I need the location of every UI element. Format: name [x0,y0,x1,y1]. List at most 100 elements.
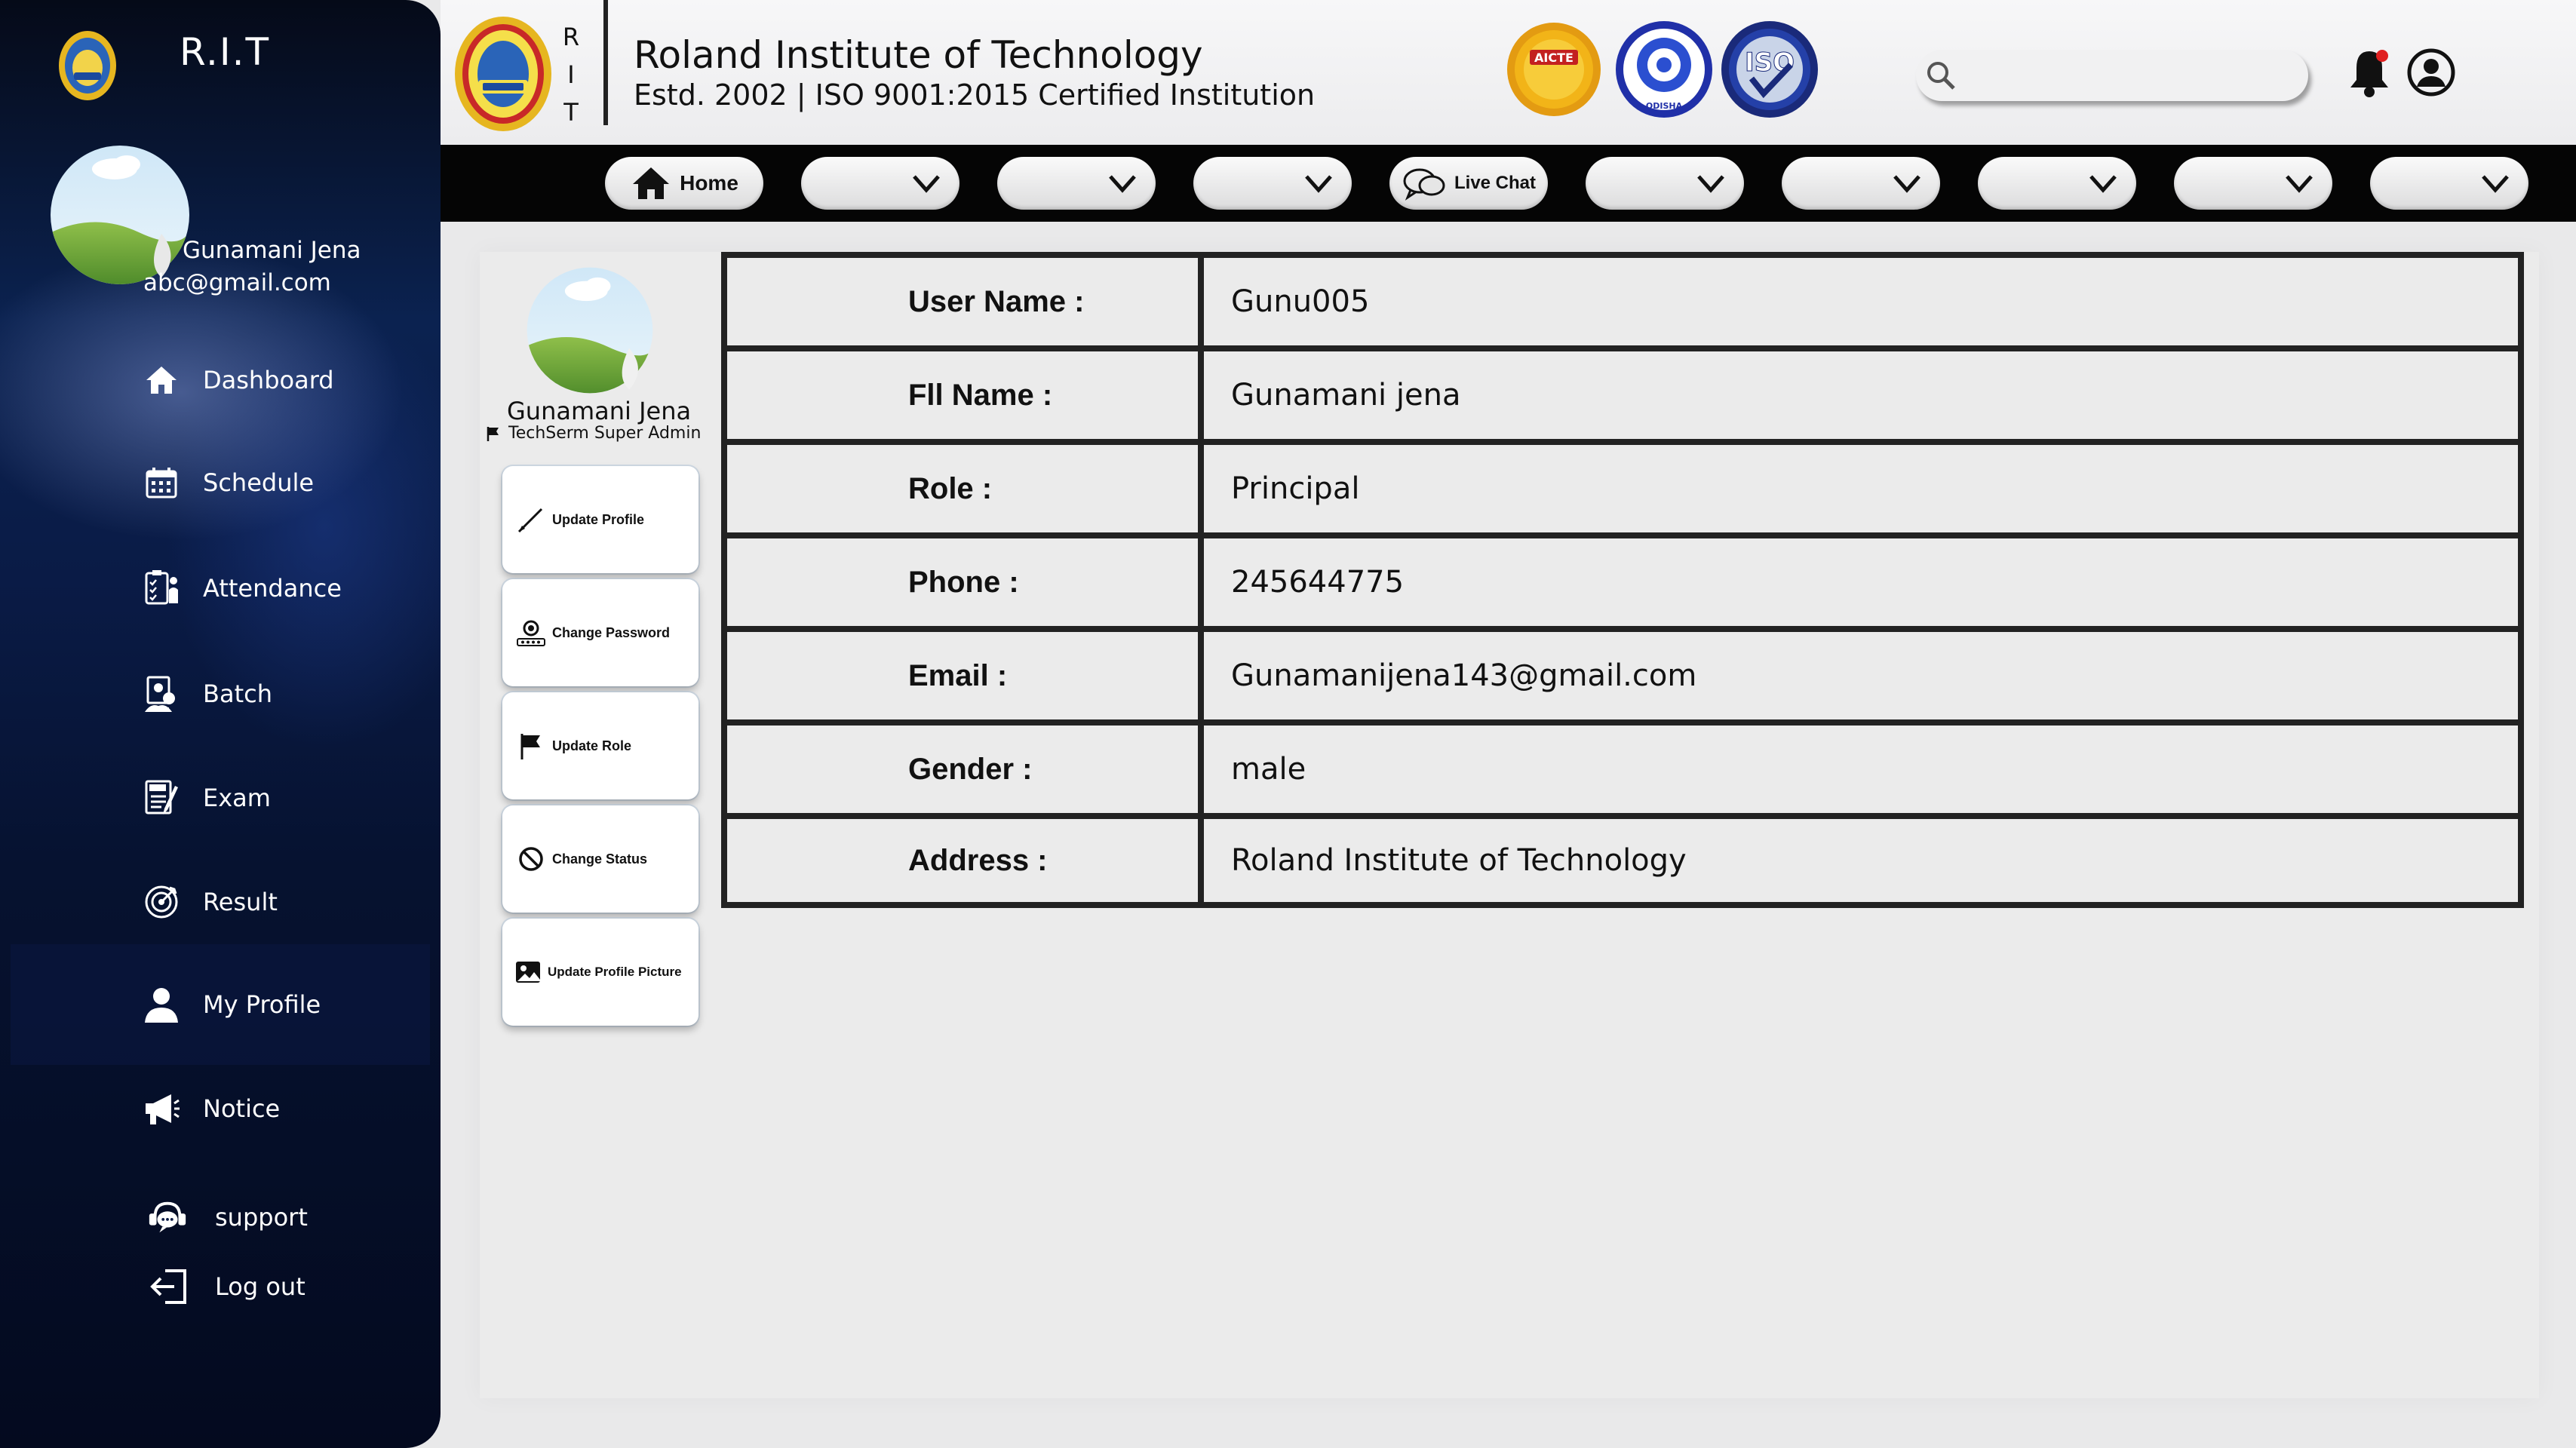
chevron-down-icon [1697,175,1724,193]
sidebar-item-label: Attendance [203,574,342,603]
avatar[interactable] [48,143,192,287]
field-value: Roland Institute of Technology [1231,843,1687,878]
iso-badge-icon: ISO [1721,21,1818,118]
update-profile-button[interactable]: Update Profile [502,466,698,573]
profile-avatar [527,267,653,394]
sidebar-user-name: Gunamani Jena [183,237,361,264]
nav-home-button[interactable]: Home [605,157,763,210]
update-profile-picture-button[interactable]: Update Profile Picture [502,919,698,1026]
svg-text:ODISHA: ODISHA [1646,101,1683,111]
search-bar[interactable] [1916,50,2308,101]
user-icon [140,983,183,1026]
home-icon [140,359,183,401]
megaphone-icon [140,1088,183,1130]
action-label: Update Profile [552,511,645,527]
nav-home-label: Home [680,171,738,195]
field-value: 245644775 [1231,565,1405,600]
change-password-button[interactable]: Change Password [502,579,698,686]
field-label: Fll Name : [727,351,1204,439]
sidebar-item-label: Schedule [203,468,315,497]
field-value: male [1231,752,1306,787]
rit-logo [59,31,116,100]
sidebar: R.I.T Gunamani Jena abc@gmail.com Dashbo… [0,0,441,1448]
nav-dropdown-4[interactable] [1586,157,1744,210]
profile-name: Gunamani Jena [507,397,692,425]
sidebar-item-exam[interactable]: Exam [11,760,430,836]
sidebar-item-support[interactable]: support [11,1180,430,1255]
action-label: Update Profile Picture [548,965,682,979]
brand-title: R.I.T [180,30,271,74]
profile-role-label: TechSerm Super Admin [508,424,702,443]
nav-dropdown-5[interactable] [1782,157,1940,210]
field-value: Principal [1231,471,1360,506]
sidebar-item-label: Exam [203,784,271,812]
nav-live-chat-button[interactable]: Live Chat [1389,157,1548,210]
sidebar-item-attendance[interactable]: Attendance [11,551,430,626]
sidebar-item-my-profile[interactable]: My Profile [11,944,430,1065]
calendar-icon [140,462,183,504]
search-input[interactable] [1960,53,2308,98]
flag-icon [520,734,540,759]
sidebar-item-batch[interactable]: Batch [11,656,430,732]
nav-dropdown-8[interactable] [2370,157,2528,210]
chevron-down-icon [2089,175,2117,193]
nav-dropdown-7[interactable] [2174,157,2332,210]
sidebar-item-label: Log out [215,1272,305,1301]
image-icon [516,962,540,983]
institution-title: Roland Institute of Technology [634,33,1203,77]
main-navbar: Home Live Chat [441,145,2576,222]
action-label: Change Password [552,624,671,640]
chevron-down-icon [1305,175,1332,193]
logout-icon [148,1265,190,1308]
field-label: Gender : [727,726,1204,813]
support-icon [146,1196,189,1238]
chevron-down-icon [1109,175,1136,193]
rit-letter: T [563,98,579,127]
table-row: User Name : Gunu005 [727,258,2518,351]
profile-card: Gunamani Jena TechSerm Super Admin Updat… [480,252,706,1066]
result-icon [140,881,183,923]
attendance-icon [140,567,183,609]
sidebar-user-email: abc@gmail.com [143,269,331,296]
account-icon[interactable] [2406,48,2456,97]
nav-live-chat-label: Live Chat [1454,173,1537,193]
college-logo [455,17,551,131]
notification-bell-icon[interactable] [2346,45,2393,98]
sidebar-item-dashboard[interactable]: Dashboard [11,342,430,418]
institution-subtitle: Estd. 2002 | ISO 9001:2015 Certified Ins… [634,78,1316,112]
table-row: Address : Roland Institute of Technology [727,819,2518,902]
table-row: Fll Name : Gunamani jena [727,351,2518,445]
field-value: Gunamanijena143@gmail.com [1231,658,1697,693]
update-role-button[interactable]: Update Role [502,692,698,799]
sidebar-item-label: Dashboard [203,366,334,394]
nav-dropdown-3[interactable] [1193,157,1352,210]
sidebar-item-logout[interactable]: Log out [11,1249,430,1324]
field-label: User Name : [727,258,1204,345]
sidebar-item-notice[interactable]: Notice [11,1071,430,1146]
action-label: Change Status [552,851,648,867]
exam-icon [140,777,183,819]
rit-vertical-letters: R I T [562,18,580,131]
field-label: Email : [727,632,1204,719]
sidebar-item-label: Result [203,888,278,916]
change-status-button[interactable]: Change Status [502,805,698,913]
chat-icon [1403,168,1445,201]
password-icon [517,620,545,646]
chevron-down-icon [1893,175,1920,193]
sidebar-item-result[interactable]: Result [11,864,430,940]
batch-icon [140,673,183,715]
flag-icon [487,426,499,441]
pen-icon [517,508,543,533]
nav-dropdown-2[interactable] [997,157,1156,210]
table-row: Role : Principal [727,445,2518,538]
profile-details-table: User Name : Gunu005 Fll Name : Gunamani … [721,252,2524,908]
block-icon [519,847,543,871]
nav-dropdown-1[interactable] [801,157,959,210]
chevron-down-icon [913,175,940,193]
sidebar-item-label: Batch [203,680,272,708]
chevron-down-icon [2286,175,2313,193]
nav-dropdown-6[interactable] [1978,157,2136,210]
table-row: Phone : 245644775 [727,538,2518,632]
field-label: Phone : [727,538,1204,626]
sidebar-item-schedule[interactable]: Schedule [11,445,430,520]
